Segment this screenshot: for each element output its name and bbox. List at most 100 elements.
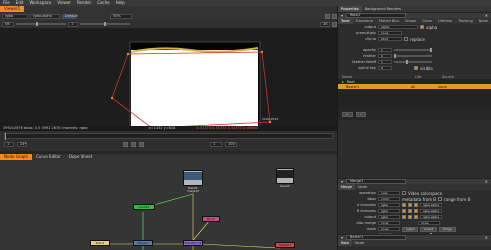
- operation-extra: Video colorspace: [408, 190, 443, 196]
- viewer-canvas[interactable]: 3992,2676: [0, 28, 337, 130]
- subtab-tracking[interactable]: Tracking: [455, 18, 476, 24]
- viewer-toolbar: rgba rgba.alpha Default 50%: [0, 12, 337, 20]
- format-label: 2K: [320, 21, 330, 27]
- a-b-check[interactable]: [414, 203, 418, 207]
- layer-bezier1-source: none: [438, 84, 447, 89]
- subtab-merge-node[interactable]: Node: [355, 184, 370, 190]
- playback-controls: 1 24* 1 100: [4, 142, 237, 147]
- node-blur[interactable]: Blur1: [202, 216, 220, 222]
- node-grade[interactable]: Grade1: [133, 204, 155, 210]
- node-transform[interactable]: Transform1: [183, 240, 203, 246]
- fringe-button[interactable]: fringe: [439, 226, 456, 232]
- node-read1[interactable]: [183, 170, 203, 186]
- a-r-check[interactable]: [402, 203, 406, 207]
- channel-select[interactable]: rgba: [2, 13, 28, 19]
- layer-bezier1-life: all: [411, 84, 416, 89]
- roto-point: [268, 120, 272, 124]
- out-r-check[interactable]: [402, 215, 406, 219]
- subtab-tools[interactable]: Tools: [338, 18, 353, 24]
- visible-check[interactable]: [414, 66, 418, 70]
- operation-select[interactable]: over: [378, 191, 400, 195]
- subtab-shape[interactable]: Shape: [402, 18, 419, 24]
- tab-properties[interactable]: Properties: [338, 6, 362, 12]
- feather-falloff-field[interactable]: 1: [378, 60, 392, 64]
- label-opacity: opacity: [363, 48, 376, 52]
- play-forward-icon[interactable]: [139, 142, 144, 147]
- output-select[interactable]: alpha: [378, 25, 418, 29]
- col-name: Name: [342, 74, 353, 79]
- node-roto[interactable]: Roto1: [90, 240, 110, 246]
- label-operation: operation: [359, 191, 376, 195]
- properties-pane: Properties Background Renders ▾ Roto1 ✕ …: [337, 6, 491, 250]
- subtab-clone[interactable]: Clone: [419, 18, 435, 24]
- range-check[interactable]: [437, 197, 442, 201]
- viewer-image: 3992,2676: [110, 41, 278, 130]
- close-icon[interactable]: ✕: [485, 179, 491, 184]
- col-life: Life: [415, 74, 422, 79]
- a-channels-select[interactable]: rgba: [378, 203, 400, 207]
- b-channels-extra[interactable]: rgba.alpha: [420, 209, 442, 213]
- node-merge[interactable]: Merge1: [133, 240, 153, 246]
- lock-icon[interactable]: [325, 13, 330, 19]
- subtab-merge[interactable]: Merge: [338, 184, 355, 190]
- gamma-field[interactable]: 1: [68, 21, 78, 27]
- also-merge-extra[interactable]: none: [418, 221, 440, 225]
- bbox-select[interactable]: union: [378, 197, 400, 201]
- out-b-check[interactable]: [414, 215, 418, 219]
- alpha-check[interactable]: [420, 25, 424, 29]
- node-viewer[interactable]: Viewer1: [275, 242, 295, 248]
- out-g-check[interactable]: [408, 215, 412, 219]
- b-r-check[interactable]: [402, 209, 406, 213]
- tab-background-renders[interactable]: Background Renders: [362, 6, 404, 12]
- remove-layer-button[interactable]: −: [355, 111, 367, 117]
- video-colorspace-check[interactable]: [402, 191, 406, 195]
- b-channels-select[interactable]: rgba: [378, 209, 400, 213]
- mask-select[interactable]: none: [378, 227, 400, 231]
- stop-icon[interactable]: [131, 142, 136, 147]
- subtab-lifetime[interactable]: Lifetime: [435, 18, 455, 24]
- zoom-select[interactable]: 50%: [110, 13, 132, 19]
- start-frame[interactable]: 1: [210, 142, 222, 147]
- inject-button[interactable]: inject: [402, 226, 419, 232]
- playhead[interactable]: [5, 133, 6, 140]
- timeline-track[interactable]: [4, 133, 333, 140]
- subtab-motion-blur[interactable]: Motion Blur: [376, 18, 402, 24]
- subtab-bezier-node[interactable]: Node: [352, 240, 367, 246]
- node-read2[interactable]: [276, 168, 294, 184]
- gain-slider[interactable]: [16, 22, 66, 26]
- spline-key-field[interactable]: 0: [378, 66, 392, 70]
- feather-field[interactable]: 0: [378, 54, 392, 58]
- b-g-check[interactable]: [408, 209, 412, 213]
- clip-to-select[interactable]: bbox: [378, 37, 402, 41]
- opacity-field[interactable]: 1: [378, 48, 392, 52]
- a-channels-extra[interactable]: rgba.alpha: [420, 203, 442, 207]
- timeline[interactable]: 1 24* 1 100: [0, 131, 337, 151]
- channel2-select[interactable]: rgba.alpha: [30, 13, 60, 19]
- end-frame[interactable]: 100: [225, 142, 237, 147]
- feather-slider[interactable]: [394, 54, 432, 58]
- gain-field[interactable]: f/8: [2, 21, 14, 27]
- node-graph-canvas[interactable]: Read1 Image.tif Read2 Grade1 Blur1 Roto1…: [0, 160, 337, 250]
- subtab-roto[interactable]: Roto: [338, 240, 352, 246]
- merge-output-extra[interactable]: rgba.alpha: [420, 215, 442, 219]
- premultiply-select[interactable]: none: [378, 31, 402, 35]
- frame-field[interactable]: 1: [4, 142, 14, 147]
- b-b-check[interactable]: [414, 209, 418, 213]
- also-merge-select[interactable]: none: [378, 221, 400, 225]
- feather-falloff-slider[interactable]: [394, 60, 432, 64]
- play-backward-icon[interactable]: [123, 142, 128, 147]
- add-layer-button[interactable]: +: [342, 111, 353, 117]
- opacity-slider[interactable]: [394, 48, 432, 52]
- subtab-transform[interactable]: Transform: [353, 18, 376, 24]
- layer-bezier1[interactable]: Bezier1 all none: [338, 84, 491, 89]
- a-g-check[interactable]: [408, 203, 412, 207]
- merge-output-select[interactable]: rgba: [378, 215, 400, 219]
- fps-field[interactable]: 24*: [17, 142, 27, 147]
- clip-extra: replace: [410, 36, 425, 42]
- gamma-slider[interactable]: [80, 22, 130, 26]
- replace-check[interactable]: [404, 37, 408, 41]
- invert-button[interactable]: invert: [420, 226, 438, 232]
- node-read2-label: Read2: [280, 184, 290, 188]
- input-select[interactable]: Default: [62, 13, 78, 19]
- subtab-node[interactable]: Node: [476, 18, 491, 24]
